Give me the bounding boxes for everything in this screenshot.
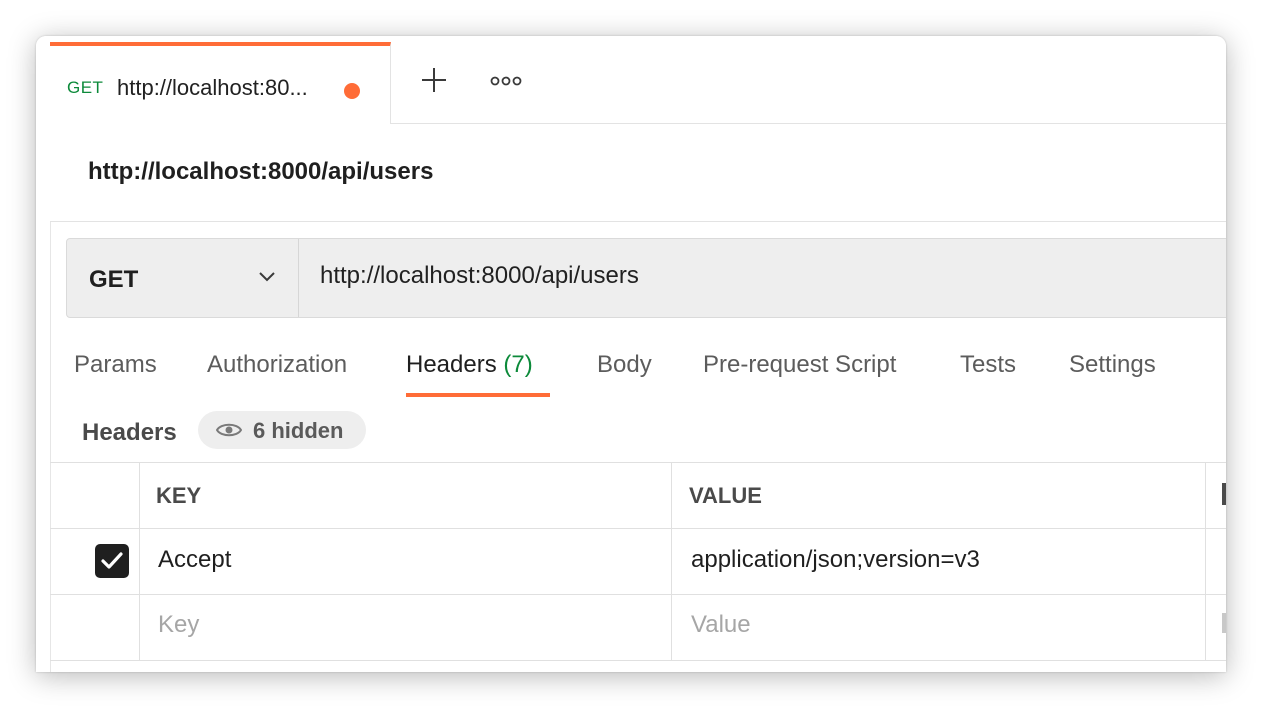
description-placeholder-cut [1222, 613, 1226, 633]
table-divider [50, 594, 1226, 595]
unsaved-changes-dot [344, 83, 360, 99]
value-placeholder[interactable]: Value [691, 611, 751, 639]
table-border-top [50, 462, 1226, 463]
tab-headers-count: (7) [503, 351, 533, 378]
method-select-value: GET [89, 266, 139, 293]
tab-headers[interactable]: Headers (7) [406, 351, 533, 379]
eye-icon [216, 423, 242, 437]
column-header-key: KEY [156, 483, 202, 508]
table-col-divider [1205, 462, 1206, 660]
tab-authorization[interactable]: Authorization [207, 351, 347, 379]
hidden-headers-toggle[interactable]: 6 hidden [198, 411, 366, 449]
header-enabled-checkbox[interactable] [95, 544, 129, 578]
tab-title: http://localhost:80... [117, 75, 308, 100]
plus-icon[interactable] [420, 66, 448, 94]
active-tab-indicator [406, 393, 550, 397]
hidden-headers-count: 6 hidden [253, 418, 344, 443]
headers-section-label: Headers [82, 419, 177, 446]
table-divider [50, 528, 1226, 529]
tab-tests[interactable]: Tests [960, 351, 1016, 379]
tab-pre-request-script[interactable]: Pre-request Script [703, 351, 896, 379]
checkmark-icon [101, 552, 123, 569]
column-header-value: VALUE [689, 483, 762, 508]
more-horizontal-icon[interactable] [490, 73, 522, 89]
url-input[interactable] [320, 262, 1180, 290]
url-bar: GET [66, 238, 1226, 318]
request-subtabs: Params Authorization Headers (7) Body Pr… [50, 336, 1226, 398]
request-tab-bar: GET http://localhost:80... [50, 36, 1226, 124]
table-border-bottom [50, 660, 1226, 661]
request-name[interactable]: http://localhost:8000/api/users [88, 158, 433, 186]
request-name-bar: http://localhost:8000/api/users [50, 124, 1226, 222]
tab-method-label: GET [67, 78, 104, 97]
postman-window: GET http://localhost:80... http://localh… [36, 36, 1226, 672]
request-tab[interactable]: GET http://localhost:80... [50, 42, 391, 124]
tab-params[interactable]: Params [74, 351, 157, 379]
tab-body[interactable]: Body [597, 351, 652, 379]
column-header-cut [1222, 483, 1226, 505]
tab-settings[interactable]: Settings [1069, 351, 1156, 379]
tab-headers-label: Headers [406, 351, 497, 378]
sidebar-edge [36, 36, 51, 672]
key-placeholder[interactable]: Key [158, 611, 199, 639]
chevron-down-icon [259, 272, 275, 282]
header-value-cell[interactable]: application/json;version=v3 [691, 546, 980, 574]
headers-table: KEY VALUE Accept application/json;versio… [50, 462, 1226, 662]
method-select[interactable]: GET [67, 239, 299, 317]
table-col-divider [671, 462, 672, 660]
header-key-cell[interactable]: Accept [158, 546, 231, 574]
table-col-divider [139, 462, 140, 660]
